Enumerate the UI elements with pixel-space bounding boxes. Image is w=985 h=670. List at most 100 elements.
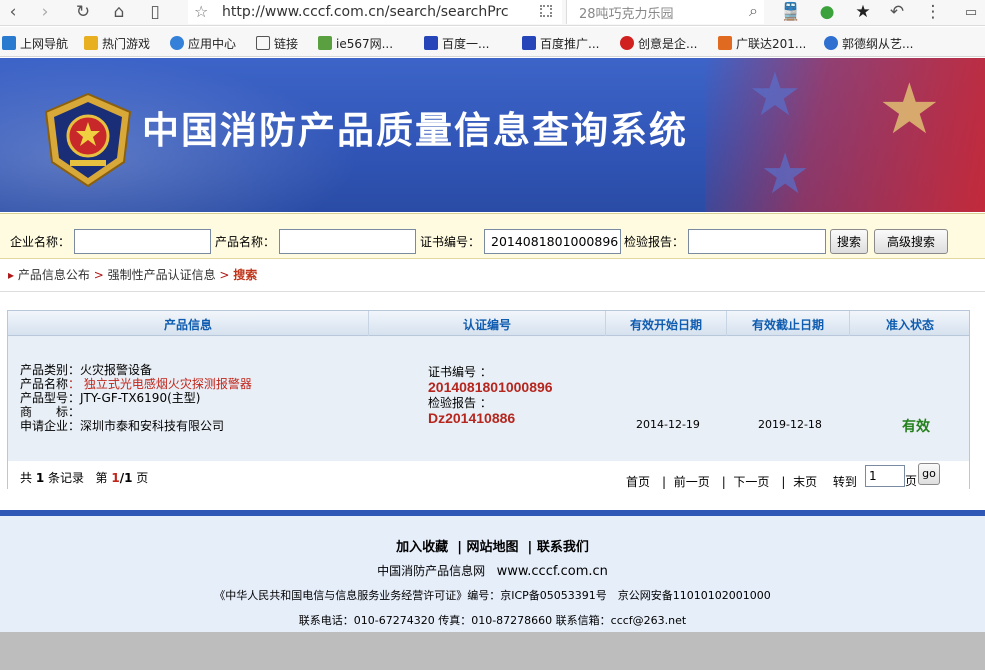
advanced-search-button[interactable]: 高级搜索 <box>874 229 948 254</box>
last-page-link[interactable]: 末页 <box>793 475 817 489</box>
add-favorite-link[interactable]: 加入收藏 <box>396 540 448 555</box>
end-date: 2019-12-18 <box>758 418 822 431</box>
browser-search-box[interactable]: 28吨巧克力乐园 ⌕ <box>566 0 764 24</box>
contact-info: 联系电话：010-67274320 传真：010-87278660 联系信箱：c… <box>298 614 687 627</box>
applicant-label: 申请企业 <box>20 419 69 433</box>
license-info: 《中华人民共和国电信与信息服务业务经营许可证》编号：京ICP备05053391号… <box>214 589 771 602</box>
column-header: 有效截止日期 <box>751 318 824 332</box>
bookmark-item[interactable]: 热门游戏 <box>84 35 150 51</box>
column-header: 产品信息 <box>163 318 212 332</box>
wechat-icon[interactable]: ● <box>814 0 840 24</box>
first-page-link[interactable]: 首页 <box>626 475 650 489</box>
product-info: 产品类别 ：火灾报警设备 产品名称： 独立式光电感烟火灾探测报警器 产品型号 ：JT… <box>20 363 252 433</box>
pagination-bar: 共 1 条记录 第 1/1 页 首页 | 前一页 | 下一页 | 末页 转到 1 页 … <box>8 461 969 489</box>
name-label: 产品名称 <box>20 377 69 391</box>
report-no-link[interactable]: Dz201410886 <box>428 410 553 427</box>
breadcrumb-current: 搜索 <box>233 268 258 282</box>
go-button[interactable]: go <box>918 463 940 485</box>
pager-links: 首页 | 前一页 | 下一页 | 末页 转到 <box>626 475 857 489</box>
goto-page-input[interactable]: 1 <box>865 465 905 487</box>
app-center-icon <box>170 36 184 50</box>
company-label: 企业名称： <box>10 235 71 249</box>
home-icon[interactable]: ⌂ <box>106 0 132 24</box>
category-label: 产品类别 <box>20 363 69 377</box>
folder-icon <box>256 36 270 50</box>
model-value: ：JTY-GF-TX6190(主型) <box>68 391 201 405</box>
breadcrumb-item[interactable]: 产品信息公布 <box>18 268 90 282</box>
site-icon <box>318 36 332 50</box>
contact-link[interactable]: 联系我们 <box>537 540 589 555</box>
breadcrumb-arrow-icon: > <box>93 268 108 282</box>
qr-code-icon[interactable] <box>540 5 552 17</box>
forward-icon[interactable]: › <box>32 0 58 24</box>
report-no-label: 检验报告 ： <box>428 396 492 410</box>
product-label: 产品名称： <box>215 235 276 249</box>
search-icon[interactable]: ⌕ <box>749 1 758 21</box>
reader-icon[interactable]: ▯ <box>142 0 168 24</box>
site-url: www.cccf.com.cn <box>496 564 608 579</box>
record-count: 共 1 条记录 第 1/1 页 <box>20 471 149 485</box>
bookmark-item[interactable]: 广联达201... <box>718 35 806 51</box>
cert-no-link[interactable]: 2014081801000896 <box>428 379 553 396</box>
table-header: 产品信息 认证编号 有效开始日期 有效截止日期 准入状态 <box>8 311 969 336</box>
bookmark-item[interactable]: 百度一... <box>424 35 489 51</box>
company-input[interactable] <box>74 229 211 254</box>
browser-search-text: 28吨巧克力乐园 <box>579 7 674 22</box>
cert-input[interactable]: 2014081801000896 <box>484 229 621 254</box>
address-url: http://www.cccf.com.cn/search/searchPrc <box>222 4 509 20</box>
system-title: 中国消防产品质量信息查询系统 <box>142 109 688 152</box>
column-header: 认证编号 <box>462 318 511 332</box>
category-value: ：火灾报警设备 <box>68 363 153 377</box>
breadcrumb-arrow-icon: > <box>219 268 234 282</box>
status-badge: 有效 <box>902 419 930 435</box>
cert-label: 证书编号： <box>420 235 481 249</box>
next-page-link[interactable]: 下一页 <box>733 475 769 489</box>
certification-info: 证书编号 ： 2014081801000896 检验报告 ： Dz2014108… <box>428 365 553 427</box>
bookmark-item[interactable]: 链接 <box>256 35 298 51</box>
breadcrumb: ▸ 产品信息公布 > 强制性产品认证信息 > 搜索 <box>8 266 257 283</box>
brand-label: 商 标 <box>20 405 69 419</box>
sitemap-link[interactable]: 网站地图 <box>466 540 518 555</box>
results-panel: 产品信息 认证编号 有效开始日期 有效截止日期 准入状态 产品类别 ：火灾报警设备… <box>7 310 970 489</box>
total-count: 1 <box>35 471 45 485</box>
report-input[interactable] <box>688 229 826 254</box>
police-emblem-icon <box>44 92 132 188</box>
favorites-star-icon[interactable]: ★ <box>850 0 876 24</box>
train-icon[interactable]: 🚆 <box>778 0 804 24</box>
bookmark-item[interactable]: ie567网... <box>318 35 393 51</box>
weibo-icon <box>620 36 634 50</box>
bookmark-star-icon[interactable]: ☆ <box>194 2 208 21</box>
page-footer: 加入收藏 | 网站地图 | 联系我们 中国消防产品信息网 www.cccf.co… <box>0 510 985 632</box>
flag-star-icon: ★ <box>878 68 941 150</box>
baidu-paw-icon <box>522 36 536 50</box>
more-menu-icon[interactable]: ⋮ <box>920 0 946 24</box>
footer-links: 加入收藏 | 网站地图 | 联系我们 <box>396 540 589 555</box>
breadcrumb-item[interactable]: 强制性产品认证信息 <box>108 268 216 282</box>
applicant-value: ：深圳市泰和安科技有限公司 <box>68 419 225 433</box>
window-icon[interactable]: ▭ <box>958 0 984 24</box>
bookmark-item[interactable]: 上网导航 <box>2 35 68 51</box>
model-label: 产品型号 <box>20 391 69 405</box>
goto-unit: 页 <box>905 474 918 488</box>
site-info: 中国消防产品信息网 www.cccf.com.cn <box>0 562 985 579</box>
bookmark-item[interactable]: 应用中心 <box>170 35 236 51</box>
video-play-icon <box>824 36 838 50</box>
reload-icon[interactable]: ↻ <box>70 0 96 24</box>
address-bar[interactable]: ☆ http://www.cccf.com.cn/search/searchPr… <box>188 0 562 24</box>
table-row: 产品类别 ：火灾报警设备 产品名称： 独立式光电感烟火灾探测报警器 产品型号 ：JT… <box>8 337 969 461</box>
cert-no-label: 证书编号 ： <box>428 365 492 379</box>
product-input[interactable] <box>279 229 416 254</box>
current-page: 1 <box>111 471 120 485</box>
bookmark-item[interactable]: 郭德纲从艺... <box>824 35 913 51</box>
flag-star-icon: ★ <box>748 60 802 130</box>
back-icon[interactable]: ‹ <box>0 0 26 24</box>
taobao-icon <box>718 36 732 50</box>
product-name-link[interactable]: ： 独立式光电感烟火灾探测报警器 <box>68 377 252 391</box>
bookmark-item[interactable]: 创意是企... <box>620 35 697 51</box>
search-button[interactable]: 搜索 <box>830 229 868 254</box>
bookmark-item[interactable]: 百度推广... <box>522 35 599 51</box>
prev-page-link[interactable]: 前一页 <box>674 475 710 489</box>
site-name: 中国消防产品信息网 <box>377 564 486 578</box>
baidu-paw-icon <box>424 36 438 50</box>
undo-icon[interactable]: ↶ <box>884 0 910 24</box>
